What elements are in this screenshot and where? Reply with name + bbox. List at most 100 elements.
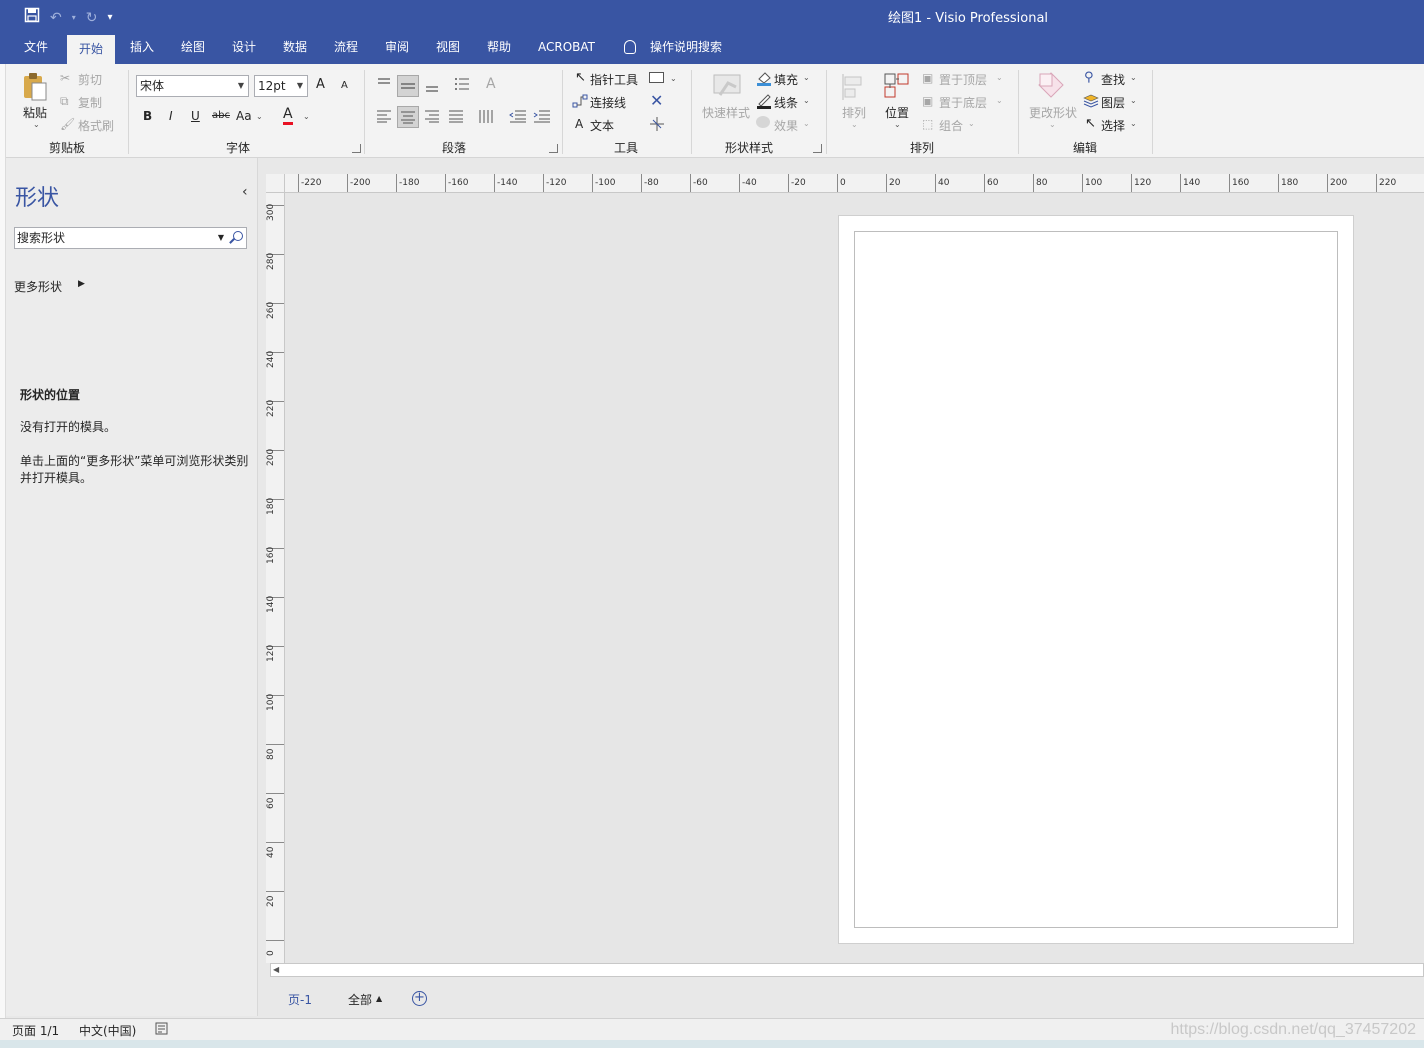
add-page-icon[interactable]: + (412, 991, 427, 1006)
effects-button[interactable]: 效果 (774, 117, 798, 134)
undo-dropdown-icon[interactable]: ▾ (72, 9, 76, 27)
chevron-down-icon[interactable]: ⌄ (803, 119, 810, 128)
chevron-down-icon[interactable]: ⌄ (803, 73, 810, 82)
send-to-back-button[interactable]: 置于底层 (939, 94, 987, 111)
chevron-down-icon[interactable]: ⌄ (968, 119, 975, 128)
customize-qat-icon[interactable]: ▾ (107, 9, 112, 27)
cut-button[interactable]: 剪切 (78, 71, 102, 88)
shrink-font-button[interactable]: A (341, 80, 348, 91)
page-number-status[interactable]: 页面 1/1 (12, 1022, 59, 1039)
position-button[interactable]: 位置 (885, 104, 909, 121)
redo-icon[interactable]: ↻ (86, 9, 98, 27)
chevron-down-icon[interactable]: ⌄ (256, 112, 263, 121)
paste-button[interactable]: 粘贴 (23, 104, 47, 121)
select-button[interactable]: 选择 (1101, 117, 1125, 134)
strikethrough-button[interactable]: abc (212, 110, 230, 121)
page-tab-1[interactable]: 页-1 (288, 991, 312, 1008)
rectangle-icon[interactable] (649, 72, 664, 83)
tab-acrobat[interactable]: ACROBAT (526, 33, 607, 64)
collapse-panel-icon[interactable]: ‹ (242, 184, 248, 200)
search-shapes-field[interactable]: 搜索形状 ▼ (14, 227, 247, 249)
font-dialog-launcher-icon[interactable] (352, 144, 361, 153)
language-status[interactable]: 中文(中国) (79, 1022, 136, 1039)
tab-design[interactable]: 设计 (220, 33, 268, 64)
bold-button[interactable]: B (143, 109, 152, 123)
chevron-down-icon[interactable]: ⌄ (851, 120, 858, 129)
chevron-down-icon[interactable]: ▼ (218, 228, 224, 248)
chevron-down-icon[interactable]: ⌄ (894, 120, 901, 129)
shape-styles-dialog-launcher-icon[interactable] (813, 144, 822, 153)
quick-styles-icon[interactable] (710, 71, 744, 102)
chevron-down-icon[interactable]: ⌄ (996, 96, 1003, 105)
font-color-button[interactable]: A (283, 107, 293, 125)
more-shapes-menu[interactable]: 更多形状 (14, 278, 62, 295)
bullets-icon[interactable] (454, 76, 470, 95)
align-left-icon[interactable] (376, 109, 392, 126)
horizontal-scrollbar[interactable]: ◀ (270, 963, 1424, 977)
tab-help[interactable]: 帮助 (475, 33, 523, 64)
change-shape-icon[interactable] (1036, 70, 1066, 103)
tab-view[interactable]: 视图 (424, 33, 472, 64)
tab-process[interactable]: 流程 (322, 33, 370, 64)
align-top-icon[interactable] (376, 76, 392, 95)
tab-review[interactable]: 审阅 (373, 33, 421, 64)
quick-styles-button[interactable]: 快速样式 (702, 104, 750, 121)
close-icon[interactable]: ✕ (650, 91, 663, 110)
change-case-button[interactable]: Aa (236, 109, 252, 123)
change-shape-button[interactable]: 更改形状 (1029, 104, 1077, 121)
paste-dropdown-icon[interactable]: ⌄ (33, 120, 40, 129)
chevron-down-icon[interactable]: ⌄ (303, 112, 310, 121)
pointer-tool-button[interactable]: 指针工具 (590, 71, 638, 88)
font-name-combo[interactable]: 宋体 ▼ (136, 75, 249, 97)
connection-point-icon[interactable] (649, 116, 665, 135)
align-right-icon[interactable] (424, 109, 440, 126)
text-direction-icon[interactable]: A (486, 76, 496, 92)
decrease-indent-icon[interactable] (509, 109, 527, 126)
paste-icon[interactable] (22, 72, 48, 102)
tab-data[interactable]: 数据 (271, 33, 319, 64)
grow-font-button[interactable]: A (316, 77, 325, 92)
font-size-combo[interactable]: 12pt ▼ (254, 75, 308, 97)
align-bottom-icon[interactable] (424, 78, 440, 97)
increase-indent-icon[interactable] (533, 109, 551, 126)
position-icon[interactable] (882, 70, 912, 103)
tell-me-search[interactable]: 操作说明搜索 (638, 33, 734, 64)
underline-button[interactable]: U (191, 109, 200, 123)
chevron-down-icon[interactable]: ⌄ (670, 74, 677, 83)
connector-button[interactable]: 连接线 (590, 94, 626, 111)
scroll-left-icon[interactable]: ◀ (273, 965, 279, 974)
macro-recording-icon[interactable] (155, 1022, 168, 1038)
justify-icon[interactable] (448, 109, 464, 126)
paragraph-dialog-launcher-icon[interactable] (549, 144, 558, 153)
format-painter-button[interactable]: 格式刷 (78, 117, 114, 134)
line-button[interactable]: 线条 (774, 94, 798, 111)
chevron-down-icon[interactable]: ⌄ (1049, 120, 1056, 129)
align-middle-icon[interactable] (397, 75, 419, 97)
tab-home[interactable]: 开始 (67, 33, 116, 64)
chevron-up-icon[interactable]: ▲ (376, 994, 382, 1003)
italic-button[interactable]: I (169, 109, 173, 123)
align-button[interactable]: 排列 (842, 104, 866, 121)
tab-draw[interactable]: 绘图 (169, 33, 217, 64)
text-block-icon[interactable] (478, 108, 496, 127)
undo-icon[interactable]: ↶ (50, 9, 62, 27)
tab-file[interactable]: 文件 (12, 33, 60, 64)
save-icon[interactable] (24, 7, 40, 28)
all-pages-button[interactable]: 全部 (348, 991, 372, 1008)
fill-button[interactable]: 填充 (774, 71, 798, 88)
chevron-right-icon[interactable]: ▶ (78, 279, 85, 289)
tab-insert[interactable]: 插入 (118, 33, 166, 64)
copy-button[interactable]: 复制 (78, 94, 102, 111)
group-button[interactable]: 组合 (939, 117, 963, 134)
layers-button[interactable]: 图层 (1101, 94, 1125, 111)
align-shapes-icon[interactable] (840, 72, 866, 105)
find-button[interactable]: 查找 (1101, 71, 1125, 88)
chevron-down-icon[interactable]: ⌄ (1130, 119, 1137, 128)
bring-to-front-button[interactable]: 置于顶层 (939, 71, 987, 88)
chevron-down-icon[interactable]: ⌄ (1130, 96, 1137, 105)
text-tool-button[interactable]: 文本 (590, 117, 614, 134)
search-icon[interactable] (233, 231, 243, 241)
chevron-down-icon[interactable]: ⌄ (996, 73, 1003, 82)
chevron-down-icon[interactable]: ⌄ (803, 96, 810, 105)
chevron-down-icon[interactable]: ⌄ (1130, 73, 1137, 82)
